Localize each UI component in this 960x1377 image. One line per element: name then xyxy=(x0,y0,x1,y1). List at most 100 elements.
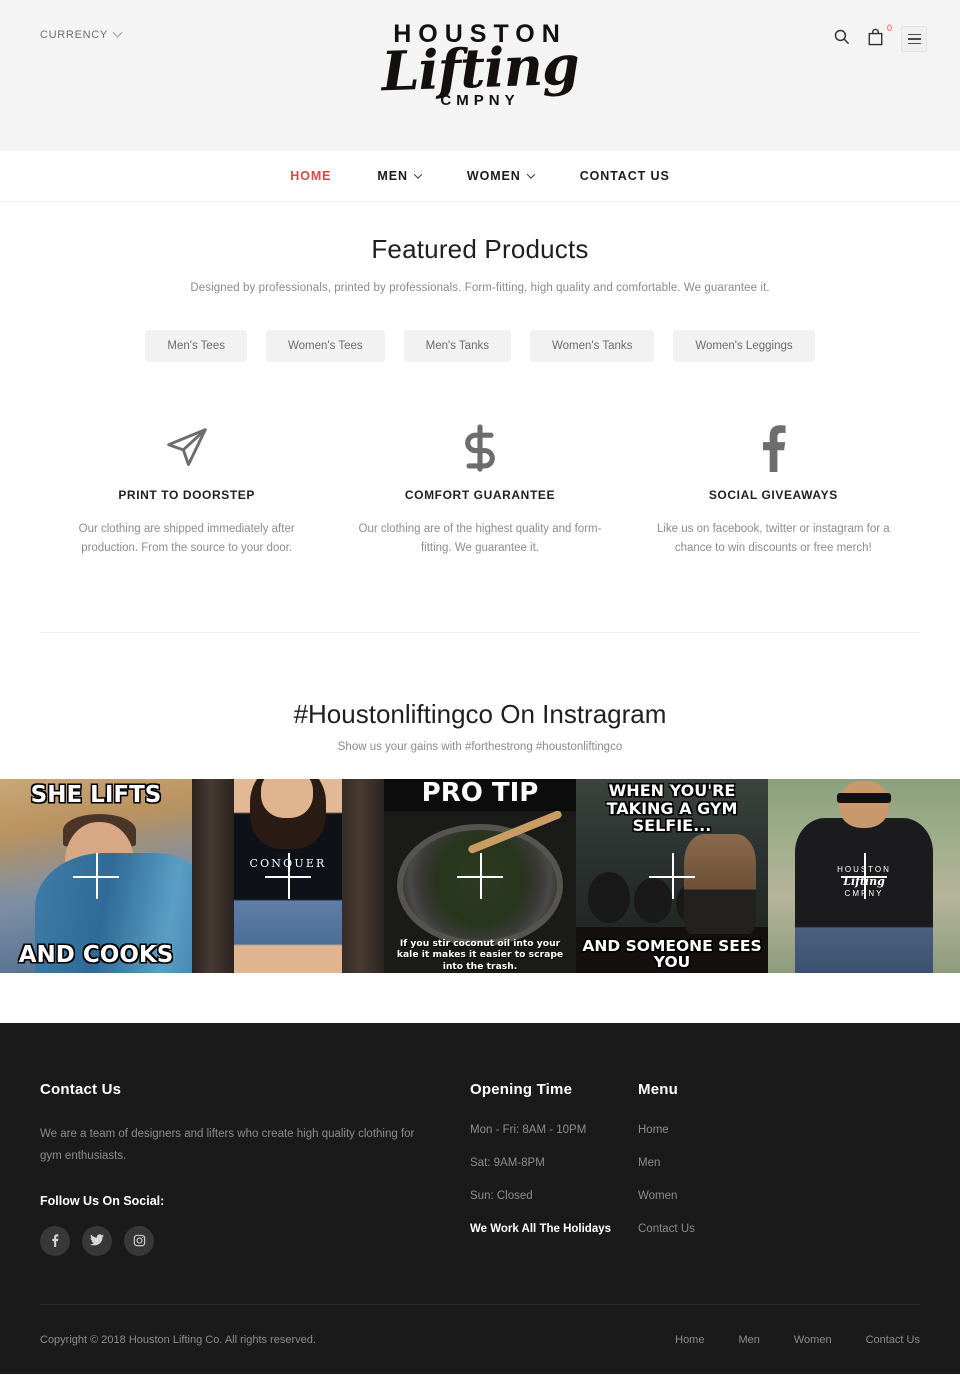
footer-contact-text: We are a team of designers and lifters w… xyxy=(40,1128,415,1162)
feature-desc: Our clothing are shipped immediately aft… xyxy=(78,523,295,554)
chevron-down-icon xyxy=(526,170,535,179)
feature-desc: Like us on facebook, twitter or instagra… xyxy=(656,523,890,554)
site-logo[interactable]: HOUSTON Lifting CMPNY xyxy=(350,22,610,110)
footer-columns: Contact Us We are a team of designers an… xyxy=(40,1081,920,1256)
category-button-mens-tees[interactable]: Men's Tees xyxy=(145,330,247,362)
facebook-icon[interactable] xyxy=(40,1225,70,1256)
currency-label: CURRENCY xyxy=(40,29,108,41)
nav-item-home[interactable]: HOME xyxy=(267,169,354,183)
footer-menu-item-women[interactable]: Women xyxy=(638,1190,920,1202)
twitter-icon[interactable] xyxy=(82,1225,112,1256)
bottom-nav-item-women[interactable]: Women xyxy=(794,1334,832,1346)
nav-label: CONTACT US xyxy=(579,169,670,183)
opening-hours-row: Sun: Closed xyxy=(470,1190,533,1203)
footer-menu-item-men[interactable]: Men xyxy=(638,1157,920,1169)
feature-social-giveaways: SOCIAL GIVEAWAYS Like us on facebook, tw… xyxy=(627,420,920,557)
main-navigation: HOME MEN WOMEN CONTACT US xyxy=(0,151,960,202)
hamburger-line xyxy=(907,33,921,36)
feature-title: SOCIAL GIVEAWAYS xyxy=(708,488,838,502)
meme-caption-top: SHE LIFTS xyxy=(30,782,162,809)
bottom-nav-item-home[interactable]: Home xyxy=(675,1334,704,1346)
bottom-nav-item-contact-us[interactable]: Contact Us xyxy=(866,1334,920,1346)
feature-desc: Our clothing are of the highest quality … xyxy=(358,523,602,554)
plus-overlay-icon xyxy=(265,853,311,900)
decor-sunglasses xyxy=(837,792,891,803)
footer-menu-title: Menu xyxy=(638,1081,678,1099)
currency-selector[interactable]: CURRENCY xyxy=(40,27,123,41)
feature-title: COMFORT GUARANTEE xyxy=(404,488,556,502)
instagram-subtitle: Show us your gains with #forthestrong #h… xyxy=(337,741,623,754)
meme-caption-bottom: AND SOMEONE SEES YOU xyxy=(582,937,762,971)
search-icon[interactable] xyxy=(833,28,850,50)
footer-social-links xyxy=(40,1225,470,1256)
footer-opening-title: Opening Time xyxy=(470,1081,573,1099)
page-title: Featured Products xyxy=(371,234,589,264)
footer-contact-title: Contact Us xyxy=(40,1081,122,1099)
nav-label: WOMEN xyxy=(466,169,521,183)
dollar-sign-icon xyxy=(347,420,612,476)
hamburger-icon[interactable] xyxy=(901,26,927,52)
category-button-mens-tanks[interactable]: Men's Tanks xyxy=(403,330,511,362)
instagram-icon[interactable] xyxy=(124,1225,154,1256)
bottom-nav-item-men[interactable]: Men xyxy=(738,1334,759,1346)
chevron-down-icon xyxy=(413,170,423,179)
featured-subtitle: Designed by professionals, printed by pr… xyxy=(190,282,770,294)
header-icon-group: 0 xyxy=(833,23,927,52)
logo-script-text: Lifting xyxy=(380,32,580,104)
copyright-text: Copyright © 2018 Houston Lifting Co. All… xyxy=(40,1333,316,1346)
plus-overlay-icon xyxy=(73,853,119,900)
featured-products-section: Featured Products Designed by profession… xyxy=(0,202,960,362)
feature-print-to-doorstep: PRINT TO DOORSTEP Our clothing are shipp… xyxy=(40,420,333,557)
facebook-icon xyxy=(641,420,906,476)
footer-follow-label: Follow Us On Social: xyxy=(40,1193,165,1208)
meme-caption-bottom: If you stir coconut oil into your kale i… xyxy=(396,937,564,972)
instagram-gallery: SHE LIFTS AND COOKS CONQUER PRO TIP If y… xyxy=(0,779,960,974)
meme-caption-top: PRO TIP xyxy=(421,779,539,809)
plus-overlay-icon xyxy=(649,853,695,900)
instagram-title: #Houstonliftingco On Instragram xyxy=(293,699,667,730)
decor-dumbbell xyxy=(587,872,630,923)
features-section: PRINT TO DOORSTEP Our clothing are shipp… xyxy=(0,362,960,557)
plus-overlay-icon xyxy=(841,853,887,900)
meme-caption-bottom: AND COOKS xyxy=(18,942,174,969)
cart-icon[interactable]: 0 xyxy=(867,23,892,51)
feature-comfort-guarantee: COMFORT GUARANTEE Our clothing are of th… xyxy=(333,420,626,557)
meme-caption-top: WHEN YOU'RE TAKING A GYM SELFIE... xyxy=(606,781,738,836)
footer-menu-item-contact-us[interactable]: Contact Us xyxy=(638,1223,920,1235)
feature-title: PRINT TO DOORSTEP xyxy=(118,488,255,502)
cart-count-badge: 0 xyxy=(886,22,892,33)
footer-menu-item-home[interactable]: Home xyxy=(638,1124,920,1136)
instagram-post-4[interactable]: WHEN YOU'RE TAKING A GYM SELFIE... AND S… xyxy=(576,779,768,974)
category-button-womens-tanks[interactable]: Women's Tanks xyxy=(529,330,655,362)
category-button-womens-tees[interactable]: Women's Tees xyxy=(265,330,385,362)
footer-holidays-note: We Work All The Holidays xyxy=(470,1223,612,1236)
instagram-post-5[interactable]: HOUSTON Lifting CMPNY xyxy=(768,779,960,974)
category-button-womens-leggings[interactable]: Women's Leggings xyxy=(673,330,815,362)
site-footer: Contact Us We are a team of designers an… xyxy=(0,1023,960,1375)
opening-hours-row: Mon - Fri: 8AM - 10PM xyxy=(470,1124,587,1137)
nav-item-men[interactable]: MEN xyxy=(354,169,443,183)
decor-head xyxy=(261,779,313,819)
nav-item-women[interactable]: WOMEN xyxy=(444,169,557,183)
footer-bottom-bar: Copyright © 2018 Houston Lifting Co. All… xyxy=(40,1304,920,1374)
footer-menu-column: Menu Home Men Women Contact Us xyxy=(638,1081,920,1256)
category-button-row: Men's Tees Women's Tees Men's Tanks Wome… xyxy=(40,330,920,362)
hamburger-line xyxy=(907,42,921,45)
plus-overlay-icon xyxy=(457,853,503,900)
opening-hours-row: Sat: 9AM-8PM xyxy=(470,1157,545,1170)
site-header: CURRENCY HOUSTON Lifting CMPNY 0 xyxy=(0,0,960,151)
nav-label: HOME xyxy=(290,169,332,183)
nav-item-contact-us[interactable]: CONTACT US xyxy=(557,169,693,183)
paper-plane-icon xyxy=(54,420,319,476)
instagram-section: #Houstonliftingco On Instragram Show us … xyxy=(0,633,960,753)
decor-head xyxy=(839,781,889,828)
hamburger-line xyxy=(907,38,921,40)
instagram-post-3[interactable]: PRO TIP If you stir coconut oil into you… xyxy=(384,779,576,974)
footer-contact-column: Contact Us We are a team of designers an… xyxy=(40,1081,470,1256)
footer-opening-column: Opening Time Mon - Fri: 8AM - 10PM Sat: … xyxy=(470,1081,638,1256)
footer-bottom-nav: Home Men Women Contact Us xyxy=(675,1334,920,1346)
nav-label: MEN xyxy=(377,169,408,183)
instagram-post-1[interactable]: SHE LIFTS AND COOKS xyxy=(0,779,192,974)
instagram-post-2[interactable]: CONQUER xyxy=(192,779,384,974)
chevron-down-icon xyxy=(112,27,123,38)
